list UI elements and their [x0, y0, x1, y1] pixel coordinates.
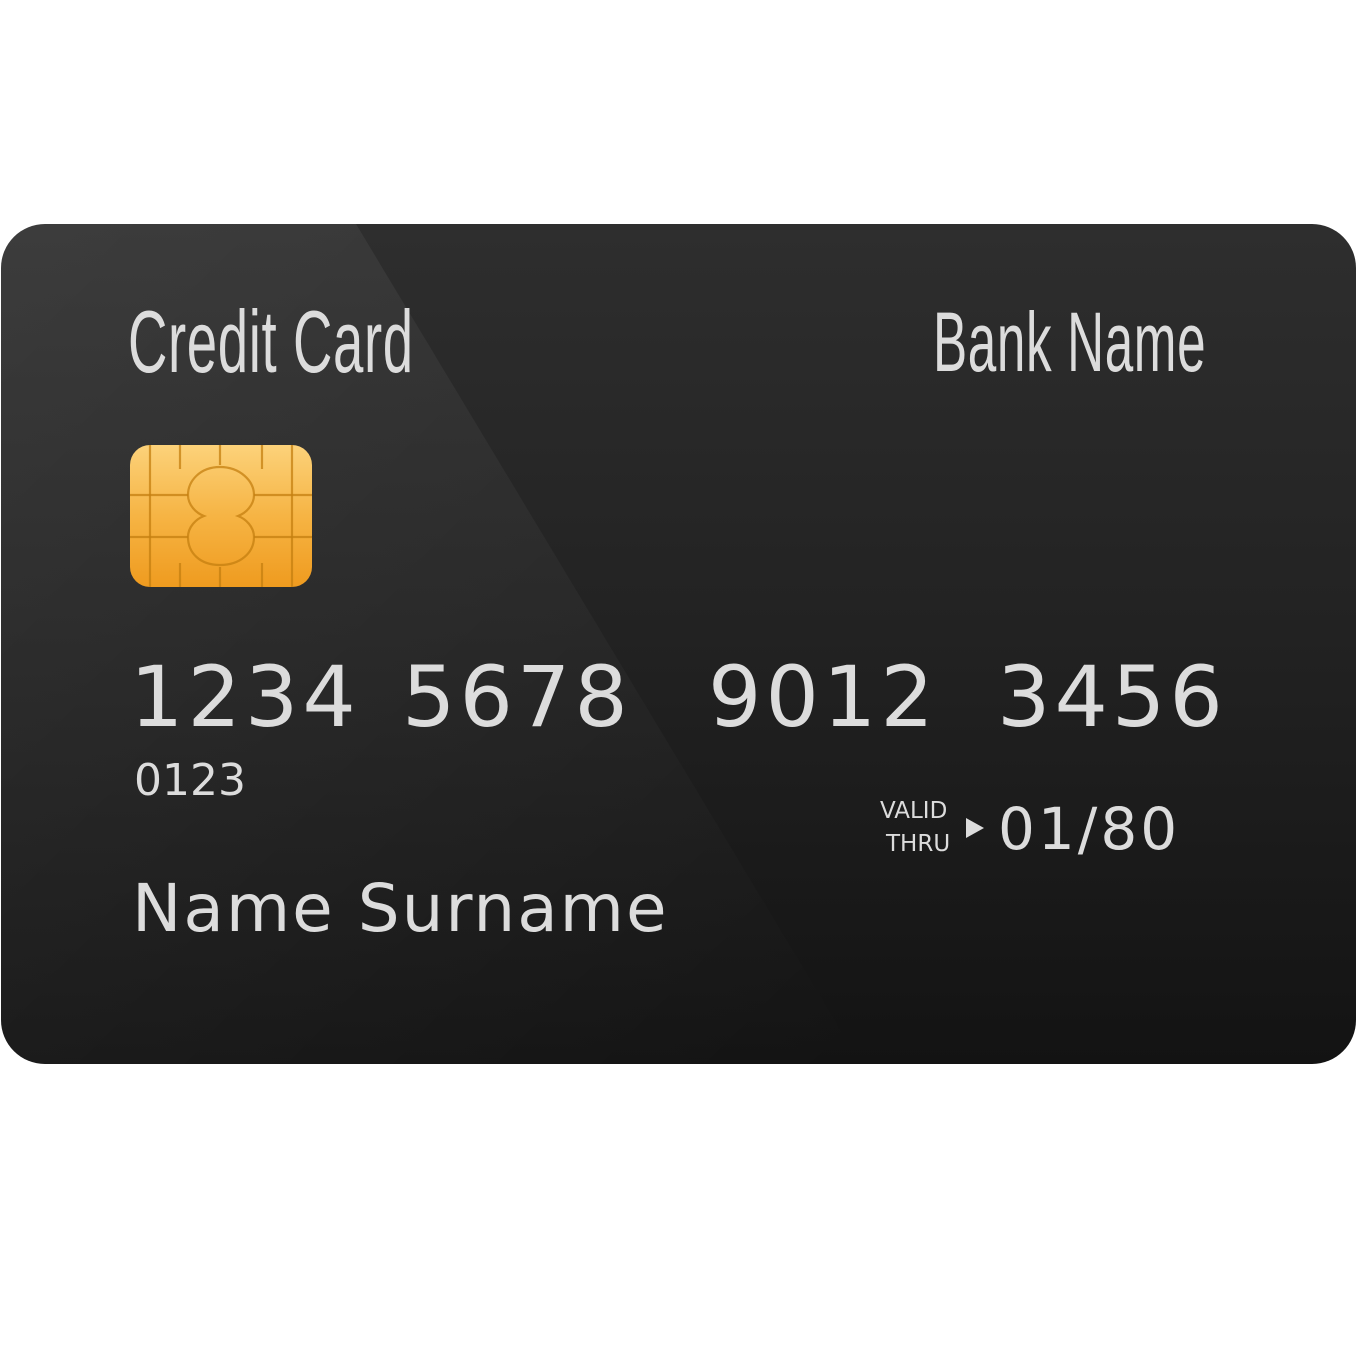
card-number-group-2: 5678: [402, 648, 632, 746]
credit-card: Credit Card Bank Name 1234 5678 9012 345…: [1, 224, 1356, 1064]
card-small-number: 0123: [134, 755, 246, 806]
card-number-group-3: 9012: [708, 648, 938, 746]
valid-thru-label-line2: THRU: [886, 831, 951, 857]
expiry-date: 01/80: [998, 795, 1181, 863]
card-title: Credit Card: [128, 292, 414, 391]
canvas: Credit Card Bank Name 1234 5678 9012 345…: [0, 0, 1357, 1357]
cardholder-name: Name Surname: [132, 870, 669, 947]
valid-thru-label-line1: VALID: [880, 798, 948, 824]
card-number-group-1: 1234: [130, 648, 360, 746]
bank-name: Bank Name: [933, 295, 1207, 389]
card-number-group-4: 3456: [997, 648, 1227, 746]
emv-chip-icon: [130, 445, 312, 587]
triangle-right-icon: [966, 818, 984, 838]
